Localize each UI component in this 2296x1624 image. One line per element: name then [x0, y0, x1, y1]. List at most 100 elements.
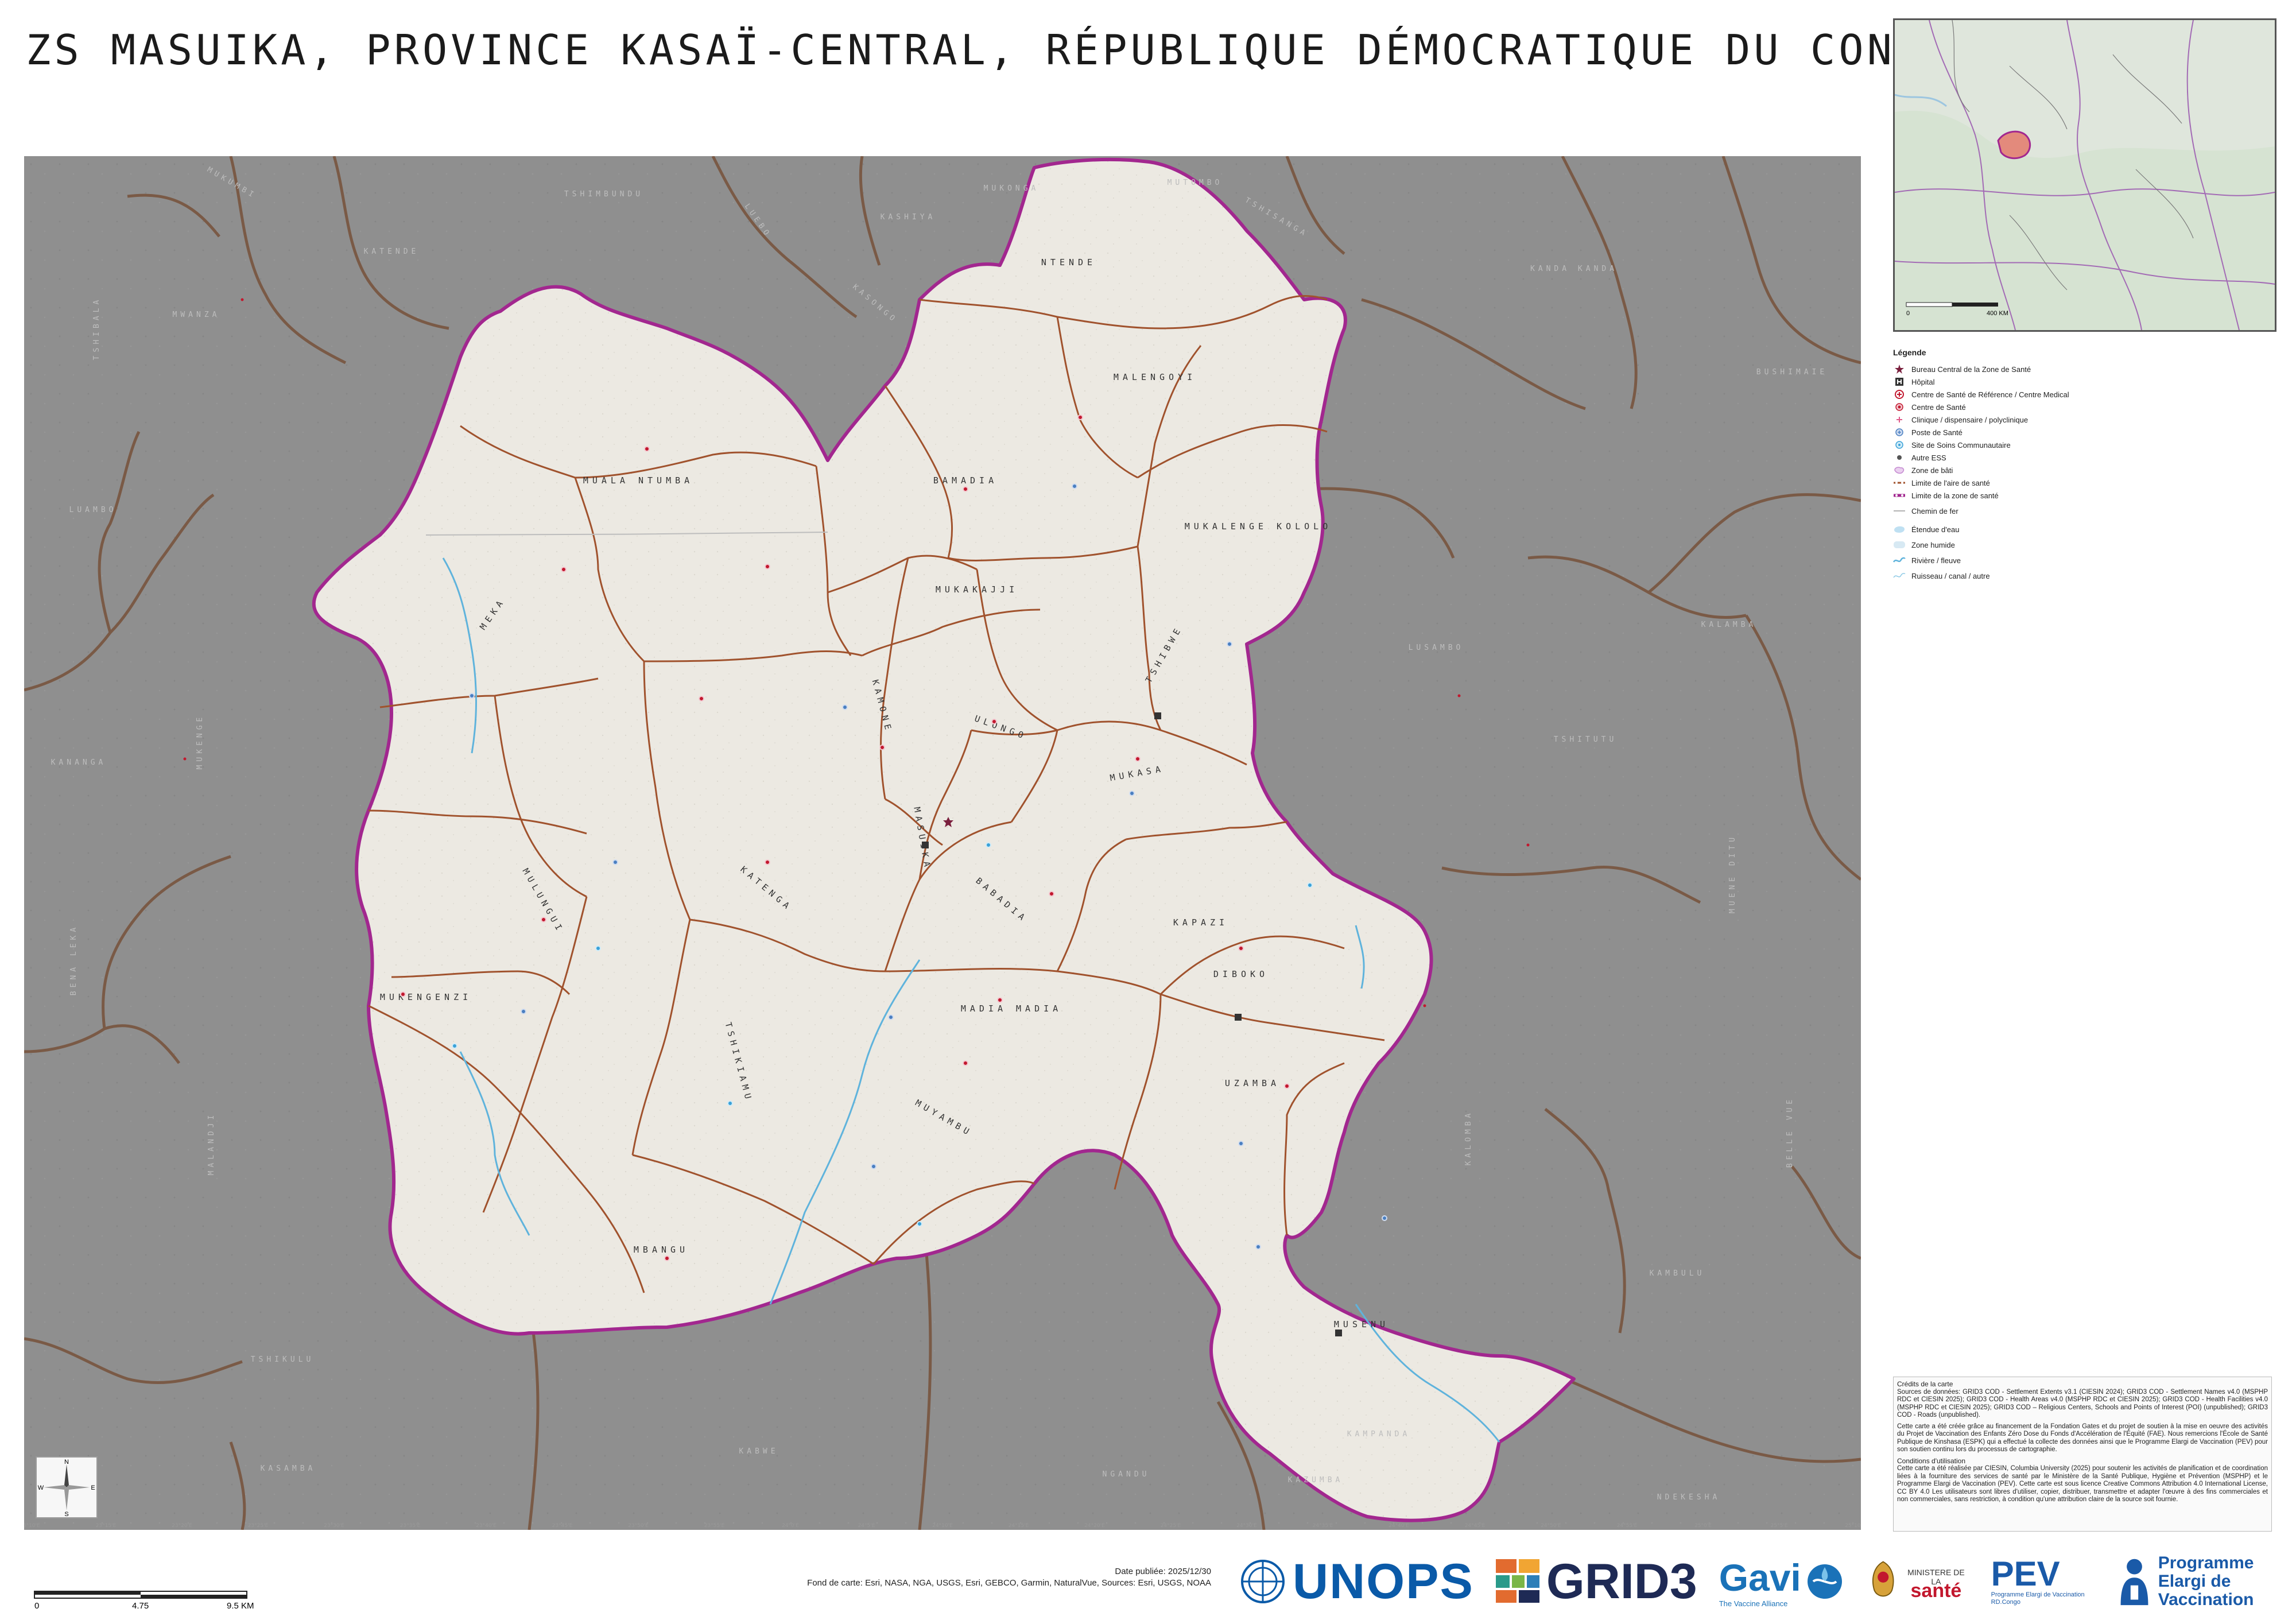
- legend-label: Ruisseau / canal / autre: [1911, 571, 1990, 580]
- health-center-marker[interactable]: [1238, 945, 1244, 951]
- coord-tick: 23°30'E: [324, 1523, 344, 1529]
- outside-area-label: MUENE DITU: [1728, 834, 1737, 913]
- legend-label: Chemin de fer: [1911, 506, 1958, 516]
- health-center-marker[interactable]: [699, 696, 704, 701]
- health-center-marker[interactable]: [1135, 756, 1141, 762]
- health-center-marker[interactable]: [963, 1060, 968, 1066]
- legend-label: Limite de la zone de santé: [1911, 491, 1999, 500]
- conditions-text: Cette carte a été réalisée par CIESIN, C…: [1897, 1465, 2268, 1503]
- legend-item: Zone de bâti: [1893, 464, 2273, 476]
- railway-icon: [1893, 506, 1906, 516]
- outside-area-label: TSHIKULU: [251, 1355, 315, 1364]
- credits-sources: Sources de données: GRID3 COD - Settleme…: [1897, 1388, 2268, 1419]
- legend-item: Étendue d'eau: [1893, 520, 2273, 538]
- legend-label: Site de Soins Communautaire: [1911, 440, 2011, 449]
- other-ess-marker[interactable]: [241, 298, 244, 301]
- health-post-marker[interactable]: [1238, 1141, 1244, 1146]
- health-post-marker[interactable]: [1382, 1215, 1387, 1221]
- ministry-sante: santé: [1910, 1580, 1962, 1602]
- health-center-marker[interactable]: [1284, 1083, 1290, 1089]
- community-site-marker[interactable]: [595, 945, 601, 951]
- health-post-icon: [1893, 427, 1906, 437]
- coord-tick: 23°50'E: [628, 1523, 649, 1529]
- map-canvas[interactable]: NTENDE MALENGOYI MUALA NTUMBA BAMADIA MUKALE…: [24, 156, 1861, 1530]
- outside-area-label: MWANZA: [173, 311, 220, 319]
- health-center-marker[interactable]: [664, 1255, 670, 1261]
- basemap-attribution: Fond de carte: Esri, NASA, NGA, USGS, Es…: [807, 1578, 1211, 1588]
- coord-tick: 24°30'E: [1236, 1523, 1257, 1529]
- health-center-marker[interactable]: [765, 859, 770, 865]
- health-post-marker[interactable]: [871, 1164, 876, 1169]
- health-post-marker[interactable]: [469, 693, 475, 699]
- health-center-marker[interactable]: [997, 997, 1003, 1003]
- map-title: ZS MASUIKA, PROVINCE KASAÏ-CENTRAL, RÉPU…: [26, 26, 1952, 74]
- coord-tick: 23°25'E: [248, 1523, 269, 1529]
- community-site-marker[interactable]: [1307, 882, 1313, 888]
- hospital-marker[interactable]: [1235, 1014, 1242, 1021]
- health-post-marker[interactable]: [612, 859, 618, 865]
- outside-area-label: BENA LEKA: [69, 924, 78, 995]
- outside-area-label: KAZUMBA: [1288, 1476, 1344, 1485]
- health-center-marker[interactable]: [1049, 891, 1054, 897]
- hospital-marker[interactable]: [922, 842, 929, 848]
- reference-center-icon: [1893, 389, 1906, 400]
- health-post-marker[interactable]: [842, 704, 848, 710]
- compass-e: E: [91, 1485, 95, 1491]
- legend: Légende Bureau Central de la Zone de San…: [1893, 348, 2273, 582]
- legend-item: Chemin de fer: [1893, 502, 2273, 520]
- legend-title: Légende: [1893, 348, 1926, 357]
- health-center-marker[interactable]: [561, 567, 567, 572]
- health-post-marker[interactable]: [888, 1014, 894, 1020]
- legend-item: Bureau Central de la Zone de Santé: [1893, 363, 2273, 375]
- hospital-marker[interactable]: [1154, 712, 1161, 719]
- globe-drop-icon: [1807, 1564, 1842, 1599]
- legend-item: Limite de l'aire de santé: [1893, 476, 2273, 489]
- health-center-marker[interactable]: [765, 564, 770, 569]
- coord-tick: 23°20'E: [172, 1523, 192, 1529]
- health-post-marker[interactable]: [521, 1009, 526, 1014]
- hospital-marker[interactable]: [1335, 1330, 1342, 1336]
- health-area-label: MUKAKAJJI: [936, 584, 1018, 595]
- grid3-logo: GRID3: [1495, 1553, 1697, 1610]
- health-center-marker[interactable]: [644, 446, 650, 452]
- health-post-marker[interactable]: [1129, 790, 1135, 796]
- gavi-tagline: The Vaccine Alliance: [1719, 1599, 1788, 1608]
- health-post-marker[interactable]: [1227, 641, 1232, 647]
- outside-area-label: KANANGA: [51, 758, 107, 767]
- credits-box: Crédits de la carte Sources de données: …: [1893, 1377, 2272, 1532]
- coord-tick: 25°5'E: [1771, 1523, 1788, 1529]
- outside-area-label: TSHIBALA: [92, 297, 101, 361]
- health-center-marker[interactable]: [541, 917, 546, 923]
- health-center-marker[interactable]: [1077, 414, 1083, 420]
- other-ess-marker[interactable]: [1457, 694, 1461, 697]
- outside-area-label: KAMPANDA: [1347, 1430, 1411, 1439]
- main-map[interactable]: NTENDE MALENGOYI MUALA NTUMBA BAMADIA MUKALE…: [24, 156, 1861, 1530]
- community-site-marker[interactable]: [917, 1221, 922, 1227]
- health-center-marker[interactable]: [400, 991, 406, 997]
- community-site-icon: [1893, 440, 1906, 450]
- community-site-marker[interactable]: [986, 842, 991, 848]
- health-center-marker[interactable]: [879, 745, 885, 750]
- other-ess-marker[interactable]: [1526, 843, 1530, 847]
- health-center-marker[interactable]: [963, 486, 968, 492]
- outside-area-label: MUKONGA: [984, 184, 1040, 193]
- health-area-label: BAMADIA: [933, 475, 998, 486]
- health-center-marker[interactable]: [991, 719, 997, 724]
- health-post-marker[interactable]: [1255, 1244, 1261, 1250]
- outside-area-label: LUAMBO: [69, 506, 117, 514]
- health-area-label: MUALA NTUMBA: [583, 475, 693, 486]
- legend-item: Clinique / dispensaire / polyclinique: [1893, 413, 2273, 426]
- outside-area-label: MUKENGE: [196, 714, 204, 770]
- other-ess-marker[interactable]: [1423, 1004, 1426, 1007]
- outside-area-label: NDEKESHA: [1657, 1493, 1721, 1502]
- coord-tick: 23°45'E: [552, 1523, 573, 1529]
- other-ess-marker[interactable]: [183, 757, 187, 761]
- hospital-icon: [1893, 377, 1906, 387]
- outside-area-label: TSHITUTU: [1554, 735, 1618, 744]
- community-site-marker[interactable]: [727, 1100, 733, 1106]
- health-area-label: NTENDE: [1041, 257, 1096, 268]
- outside-area-label: MUTOMBO: [1168, 179, 1223, 187]
- health-post-marker[interactable]: [1072, 483, 1077, 489]
- community-site-marker[interactable]: [452, 1043, 457, 1049]
- health-area-label: MUKALENGE KOLOLO: [1185, 521, 1332, 532]
